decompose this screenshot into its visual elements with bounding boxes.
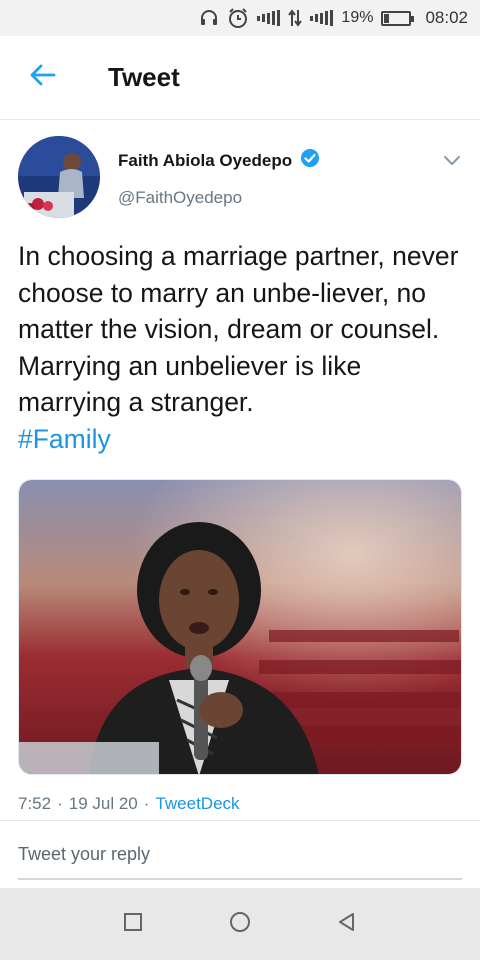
- arrow-left-icon: [28, 63, 56, 92]
- tweet-time: 7:52: [18, 794, 52, 813]
- recents-button[interactable]: [113, 904, 153, 944]
- back-button[interactable]: [0, 36, 84, 120]
- page-title: Tweet: [108, 62, 180, 92]
- chevron-down-icon: [443, 153, 461, 171]
- divider: [0, 820, 480, 821]
- back-nav-button[interactable]: [327, 904, 367, 944]
- data-arrows-icon: [288, 9, 303, 27]
- avatar[interactable]: [18, 136, 100, 218]
- tweet-body: In choosing a marriage partner, never ch…: [18, 241, 459, 417]
- headset-icon: [199, 8, 219, 28]
- reply-input[interactable]: [18, 836, 462, 872]
- status-bar: 19% 08:02: [0, 0, 480, 36]
- home-circle-icon: [228, 910, 252, 939]
- tweet-source-link[interactable]: TweetDeck: [155, 794, 239, 814]
- meta-separator: ·: [57, 794, 63, 813]
- tweet-author: Faith Abiola Oyedepo @FaithOyedepo: [18, 136, 468, 222]
- battery-percent: 19%: [341, 9, 374, 26]
- back-triangle-icon: [336, 911, 358, 938]
- signal-hd-icon: [310, 10, 334, 26]
- hashtag-link[interactable]: #Family: [18, 421, 466, 458]
- system-nav-bar: [0, 888, 480, 960]
- tweet-photo[interactable]: [18, 479, 462, 775]
- tweet-text: In choosing a marriage partner, never ch…: [18, 238, 466, 457]
- tweet-meta: 7:52 · 19 Jul 20 · TweetDeck: [18, 794, 240, 814]
- recents-square-icon: [122, 911, 144, 938]
- clock: 08:02: [425, 8, 468, 27]
- battery-icon: [381, 10, 415, 26]
- alarm-icon: [227, 7, 249, 29]
- tweet-date: 19 Jul 20: [68, 794, 138, 813]
- tweet-menu-button[interactable]: [438, 150, 466, 174]
- reply-box: [18, 836, 462, 880]
- author-handle[interactable]: @FaithOyedepo: [118, 188, 242, 208]
- verified-badge-icon: [300, 148, 320, 173]
- meta-separator: ·: [143, 794, 150, 813]
- header: Tweet: [0, 36, 480, 120]
- author-name[interactable]: Faith Abiola Oyedepo: [118, 151, 292, 171]
- signal-hd-icon: [257, 10, 281, 26]
- home-button[interactable]: [220, 904, 260, 944]
